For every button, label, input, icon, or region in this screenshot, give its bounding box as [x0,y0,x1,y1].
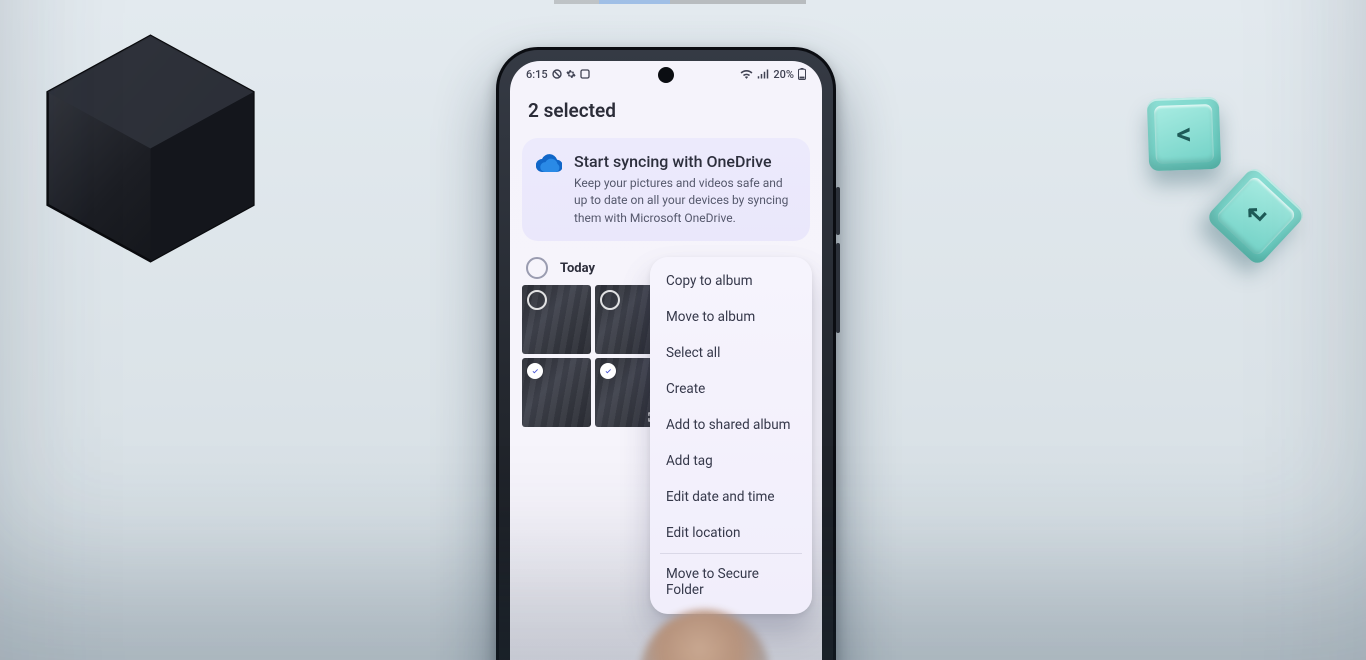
thumbnail[interactable] [522,358,591,427]
more-options-menu: Copy to albumMove to albumSelect allCrea… [650,257,812,614]
desk-object-keycap-left: < [1147,97,1221,171]
status-extra-icon [580,69,590,79]
onedrive-banner[interactable]: Start syncing with OneDrive Keep your pi… [522,138,810,241]
battery-icon [798,68,806,80]
desk-object-keycap-enter: ↵ [1205,165,1307,267]
desk-object-hexagon [28,26,273,271]
menu-item[interactable]: Select all [650,335,812,371]
status-notif-icon [552,69,562,79]
menu-separator [660,553,802,554]
select-ring-icon[interactable] [527,290,547,310]
phone-side-button [836,243,840,333]
camera-notch [658,67,674,83]
keycap-glyph: < [1176,116,1192,152]
banner-title: Start syncing with OneDrive [574,152,796,171]
menu-item[interactable]: Create [650,371,812,407]
menu-item[interactable]: Move to Secure Folder [650,556,812,608]
keycap-glyph: ↵ [1238,198,1274,235]
page-title: 2 selected [528,99,804,122]
thumbnail[interactable] [522,285,591,354]
status-battery-text: 20% [773,68,794,81]
status-time: 6:15 [526,68,548,81]
gear-icon [566,69,576,79]
selected-check-icon[interactable] [527,363,543,379]
selection-header: 2 selected [510,87,822,134]
browser-tab-hint [554,0,806,4]
desk-surface: < ↵ 6:15 20% [0,0,1366,660]
menu-item[interactable]: Add tag [650,443,812,479]
menu-item[interactable]: Add to shared album [650,407,812,443]
phone-frame: 6:15 20% 2 selected [496,47,836,660]
select-all-day-ring[interactable] [526,257,548,279]
menu-item[interactable]: Edit date and time [650,479,812,515]
select-ring-icon[interactable] [600,290,620,310]
signal-icon [757,69,769,79]
phone-screen: 6:15 20% 2 selected [510,61,822,660]
wifi-icon [740,69,753,79]
onedrive-icon [536,154,562,227]
date-label: Today [560,261,595,276]
menu-item[interactable]: Move to album [650,299,812,335]
selected-check-icon[interactable] [600,363,616,379]
phone-side-button [836,187,840,235]
menu-item[interactable]: Copy to album [650,263,812,299]
banner-subtitle: Keep your pictures and videos safe and u… [574,175,796,227]
menu-item[interactable]: Edit location [650,515,812,551]
